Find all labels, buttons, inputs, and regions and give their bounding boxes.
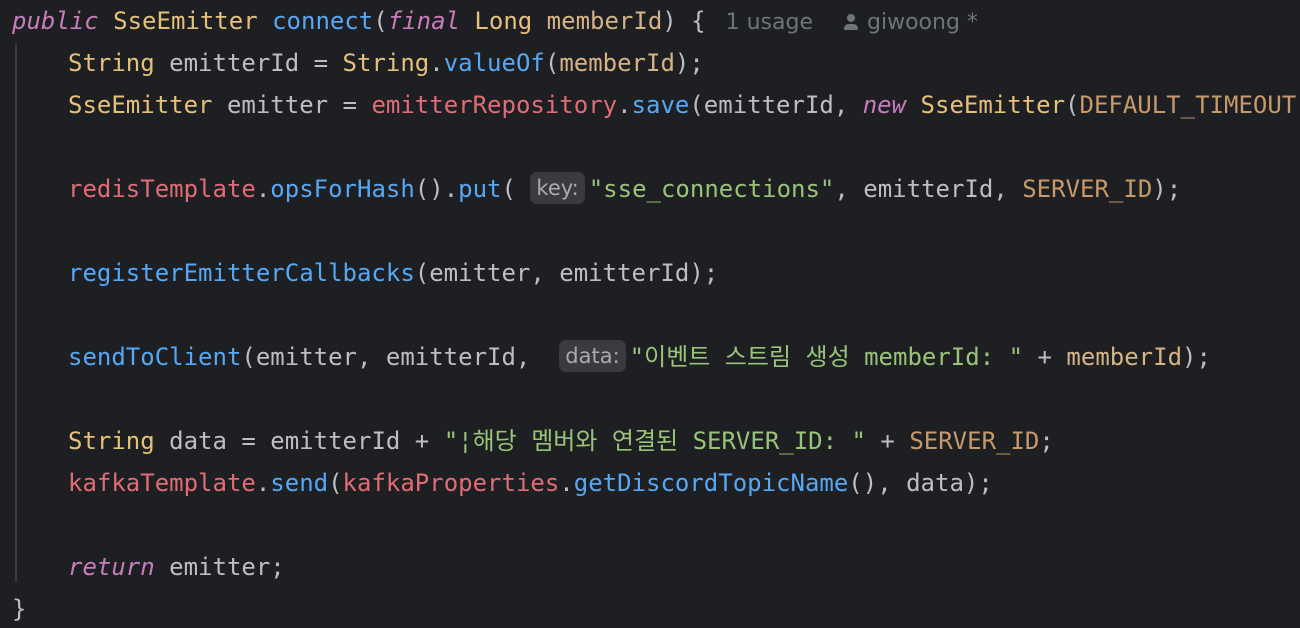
method-name-connect[interactable]: connect [272, 7, 373, 35]
const-server-id[interactable]: SERVER_ID [1022, 175, 1152, 203]
open-paren: ( [544, 49, 560, 77]
close-paren: ); [1152, 175, 1182, 203]
keyword-final: final [387, 7, 460, 35]
field-redis-template[interactable]: redisTemplate [68, 175, 256, 203]
arg-memberid[interactable]: memberId [559, 49, 675, 77]
type-string[interactable]: String [68, 427, 155, 455]
args: , emitterId, [834, 175, 1023, 203]
return-value: emitter; [154, 553, 285, 581]
return-type[interactable]: SseEmitter [113, 7, 258, 35]
code-line-5[interactable]: redisTemplate.opsForHash().put( key: "sse… [68, 168, 1181, 210]
usage-count-link[interactable]: 1 usage [726, 10, 813, 35]
keyword-return: return [68, 553, 155, 581]
close-paren: )); [1296, 91, 1300, 119]
close-paren: ); [674, 49, 704, 77]
field-kafka-template[interactable]: kafkaTemplate [68, 469, 256, 497]
code-line-3[interactable]: SseEmitter emitter = emitterRepository.s… [68, 84, 1300, 126]
string-server-id-msg[interactable]: "¦해당 멤버와 연결된 SERVER_ID: " [444, 427, 866, 455]
string-event-stream[interactable]: "이벤트 스트림 생성 memberId: " [630, 343, 1023, 371]
dot: . [429, 49, 444, 77]
method-valueof[interactable]: valueOf [444, 49, 545, 77]
signature-close: ) { [662, 7, 706, 35]
method-send[interactable]: send [270, 469, 328, 497]
keyword-public: public [12, 7, 99, 35]
code-line-signature[interactable]: public SseEmitter connect(final Long mem… [12, 0, 978, 42]
code-line-2[interactable]: String emitterId = String.valueOf(member… [68, 42, 704, 84]
var-decl: data = emitterId + [154, 427, 444, 455]
dot: . [559, 469, 574, 497]
code-line-11[interactable]: String data = emitterId + "¦해당 멤버와 연결된 S… [68, 420, 1054, 462]
code-editor[interactable]: public SseEmitter connect(final Long mem… [0, 0, 1300, 628]
plus: + [865, 427, 910, 455]
author-label[interactable]: giwoong * [867, 10, 978, 35]
var-decl: emitterId = [154, 49, 343, 77]
parens: (). [414, 175, 459, 203]
args: (emitter, emitterId, [241, 343, 560, 371]
const-default-timeout[interactable]: DEFAULT_TIMEOUT [1080, 91, 1297, 119]
string-sse-connections[interactable]: "sse_connections" [589, 175, 835, 203]
var-decl: emitter = [212, 91, 372, 119]
ctor-sseemitter[interactable]: SseEmitter [921, 91, 1066, 119]
open-paren: ( [328, 469, 343, 497]
plus: + [1023, 343, 1067, 371]
type-string[interactable]: String [68, 49, 155, 77]
open-paren: ( [373, 7, 388, 35]
method-send-to-client[interactable]: sendToClient [68, 343, 241, 371]
method-get-discord-topic-name[interactable]: getDiscordTopicName [574, 469, 849, 497]
param-type[interactable]: Long [474, 7, 532, 35]
args: (emitter, emitterId); [414, 259, 719, 287]
dot: . [255, 469, 271, 497]
code-line-15[interactable]: } [12, 588, 26, 628]
code-line-12[interactable]: kafkaTemplate.send(kafkaProperties.getDi… [68, 462, 993, 504]
field-kafka-properties[interactable]: kafkaProperties [343, 469, 560, 497]
method-save[interactable]: save [632, 91, 690, 119]
dot: . [255, 175, 271, 203]
param-hint-key: key: [530, 172, 585, 204]
code-line-7[interactable]: registerEmitterCallbacks(emitter, emitte… [68, 252, 718, 294]
param-name[interactable]: memberId [547, 7, 663, 35]
closing-brace: } [12, 595, 27, 623]
method-put[interactable]: put [458, 175, 501, 203]
code-vision-meta: 1 usage giwoong * [706, 10, 978, 35]
dot: . [617, 91, 632, 119]
param-hint-data: data: [559, 340, 626, 372]
open-paren: ( [501, 175, 531, 203]
person-icon [843, 13, 859, 31]
type-sseemitter[interactable]: SseEmitter [68, 91, 213, 119]
const-server-id[interactable]: SERVER_ID [909, 427, 1039, 455]
close-paren: ); [1182, 343, 1211, 371]
method-register-emitter-callbacks[interactable]: registerEmitterCallbacks [68, 259, 415, 287]
arg-memberid[interactable]: memberId [1066, 343, 1182, 371]
indent-guide [15, 44, 17, 582]
open-paren: ( [1065, 91, 1080, 119]
semicolon: ; [1039, 427, 1054, 455]
args: (emitterId, [689, 91, 863, 119]
code-line-9[interactable]: sendToClient(emitter, emitterId, data: "이… [68, 336, 1211, 378]
field-emitter-repository[interactable]: emitterRepository [371, 91, 617, 119]
method-opsforhash[interactable]: opsForHash [270, 175, 415, 203]
class-string[interactable]: String [343, 49, 430, 77]
code-line-14[interactable]: return emitter; [68, 546, 285, 588]
keyword-new: new [862, 91, 907, 119]
close-paren: (), data); [848, 469, 993, 497]
